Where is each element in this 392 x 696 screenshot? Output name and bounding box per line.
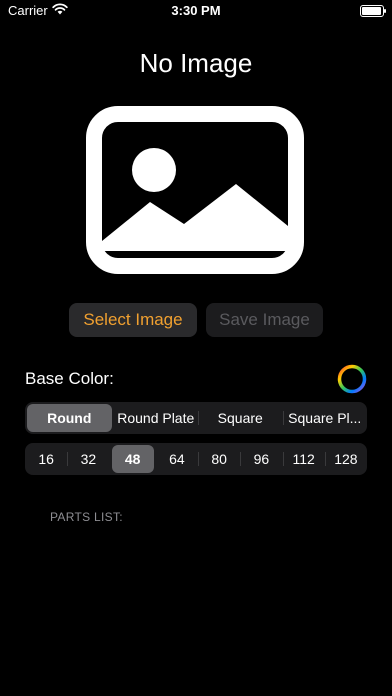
color-picker-icon[interactable] — [337, 364, 367, 394]
image-placeholder-icon — [86, 106, 304, 274]
battery-icon — [360, 5, 386, 17]
status-bar: Carrier 3:30 PM — [0, 0, 392, 22]
size-option-48[interactable]: 48 — [111, 445, 154, 473]
size-option-128[interactable]: 128 — [324, 443, 367, 475]
size-option-32[interactable]: 32 — [67, 443, 109, 475]
shape-option-square[interactable]: Square — [198, 402, 283, 434]
base-color-label: Base Color: — [25, 369, 114, 388]
select-image-button[interactable]: Select Image — [69, 303, 197, 337]
size-segmented-control: 16 32 48 64 80 96 112 128 — [25, 443, 367, 475]
shape-option-round-plate[interactable]: Round Plate — [114, 402, 199, 434]
parts-list-header: PARTS LIST: — [50, 510, 123, 524]
save-image-button[interactable]: Save Image — [206, 303, 323, 337]
shape-option-square-plate[interactable]: Square Pl... — [282, 402, 368, 434]
size-option-80[interactable]: 80 — [198, 443, 240, 475]
size-option-64[interactable]: 64 — [156, 443, 198, 475]
size-option-16[interactable]: 16 — [25, 443, 67, 475]
page-title: No Image — [139, 48, 253, 78]
size-option-112[interactable]: 112 — [282, 443, 325, 475]
size-option-96[interactable]: 96 — [240, 443, 282, 475]
shape-option-round[interactable]: Round — [27, 404, 112, 432]
status-time: 3:30 PM — [171, 3, 221, 18]
shape-segmented-control: Round Round Plate Square Square Pl... — [25, 402, 367, 434]
